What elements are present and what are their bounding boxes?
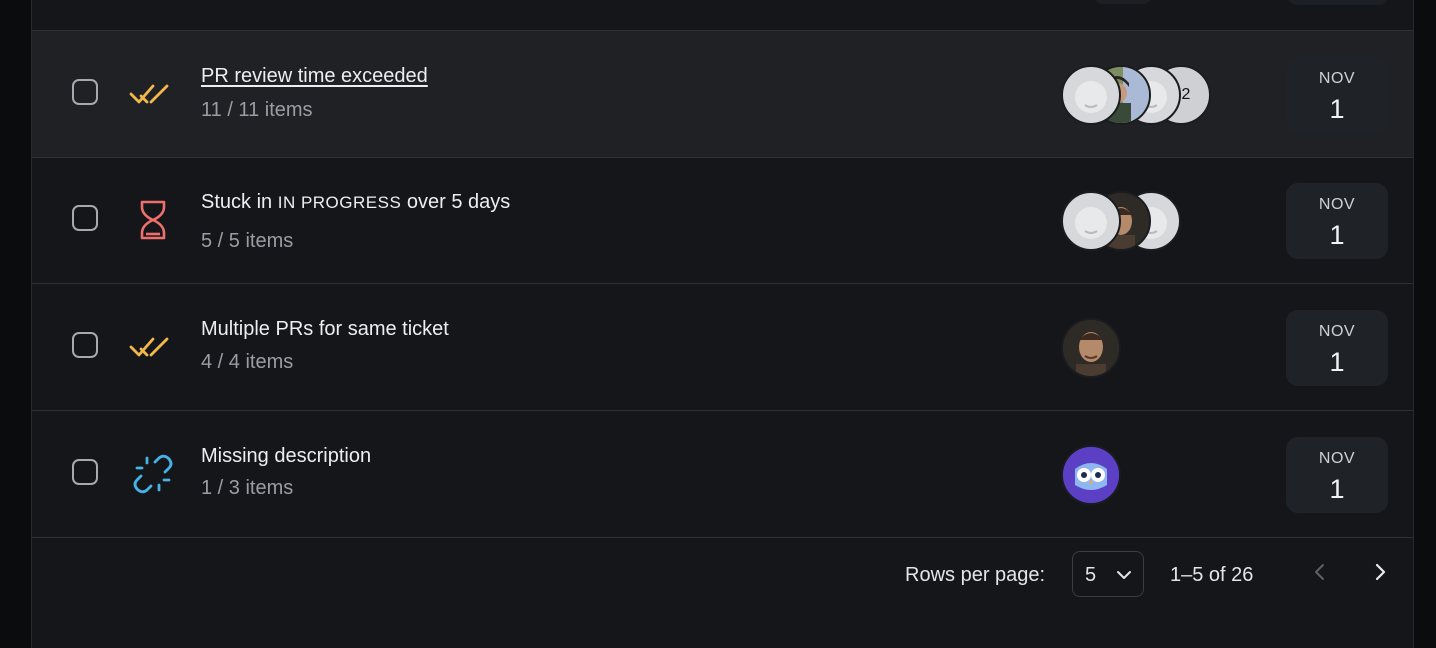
row-checkbox[interactable] [72, 205, 98, 231]
row-item-count: 4 / 4 items [201, 351, 294, 373]
pagination-range: 1–5 of 26 [1170, 564, 1254, 586]
row-title[interactable]: Stuck in IN PROGRESS over 5 days [201, 191, 510, 214]
previous-row-avatar [1092, 0, 1154, 4]
rows-per-page-select[interactable]: 5 [1072, 551, 1144, 597]
row-title-link[interactable]: PR review time exceeded [201, 65, 428, 88]
broken-link-icon [129, 451, 177, 497]
previous-page-button[interactable] [1306, 560, 1334, 588]
owl-avatar[interactable] [1061, 445, 1121, 505]
avatar[interactable] [1061, 65, 1121, 125]
table-row[interactable]: Missing description 1 / 3 items NOV 1 [32, 411, 1413, 538]
row-title[interactable]: Multiple PRs for same ticket [201, 318, 449, 341]
row-item-count: 1 / 3 items [201, 477, 294, 499]
row-title-prefix: Stuck in [201, 191, 273, 213]
date-badge: NOV 1 [1286, 57, 1388, 133]
rows-per-page-value: 5 [1085, 564, 1097, 586]
alerts-table-panel: PR review time exceeded 11 / 11 items 2 … [31, 0, 1414, 648]
chevron-left-icon [1311, 562, 1329, 587]
row-title[interactable]: Missing description [201, 445, 371, 468]
rows-per-page-label: Rows per page: [905, 564, 1046, 586]
row-item-count: 11 / 11 items [201, 99, 313, 121]
row-checkbox[interactable] [72, 332, 98, 358]
pagination-bar: Rows per page: 5 1–5 of 26 [32, 548, 1413, 600]
hourglass-icon [129, 197, 177, 243]
date-badge: NOV 1 [1286, 183, 1388, 259]
date-day: 1 [1329, 220, 1345, 250]
date-day: 1 [1329, 474, 1345, 504]
chevron-down-icon [1115, 566, 1133, 589]
row-title-suffix: over 5 days [406, 191, 511, 213]
date-month: NOV [1318, 323, 1356, 340]
more-avatars-count: 2 [1181, 86, 1191, 103]
date-badge: NOV 1 [1286, 310, 1388, 386]
table-row[interactable]: PR review time exceeded 11 / 11 items 2 … [32, 30, 1413, 158]
previous-row-date-badge [1287, 0, 1389, 5]
date-day: 1 [1329, 347, 1345, 377]
row-item-count: 5 / 5 items [201, 230, 294, 252]
row-checkbox[interactable] [72, 79, 98, 105]
avatar[interactable] [1061, 318, 1121, 378]
date-month: NOV [1318, 70, 1356, 87]
row-checkbox[interactable] [72, 459, 98, 485]
double-check-icon [129, 324, 177, 370]
date-month: NOV [1318, 196, 1356, 213]
avatar[interactable] [1061, 191, 1121, 251]
table-row[interactable]: Multiple PRs for same ticket 4 / 4 items… [32, 284, 1413, 411]
table-row[interactable]: Stuck in IN PROGRESS over 5 days 5 / 5 i… [32, 157, 1413, 284]
date-badge: NOV 1 [1286, 437, 1388, 513]
date-month: NOV [1318, 450, 1356, 467]
next-page-button[interactable] [1366, 560, 1394, 588]
chevron-right-icon [1371, 562, 1389, 587]
status-label: IN PROGRESS [277, 193, 402, 212]
double-check-icon [129, 71, 177, 117]
date-day: 1 [1329, 94, 1345, 124]
